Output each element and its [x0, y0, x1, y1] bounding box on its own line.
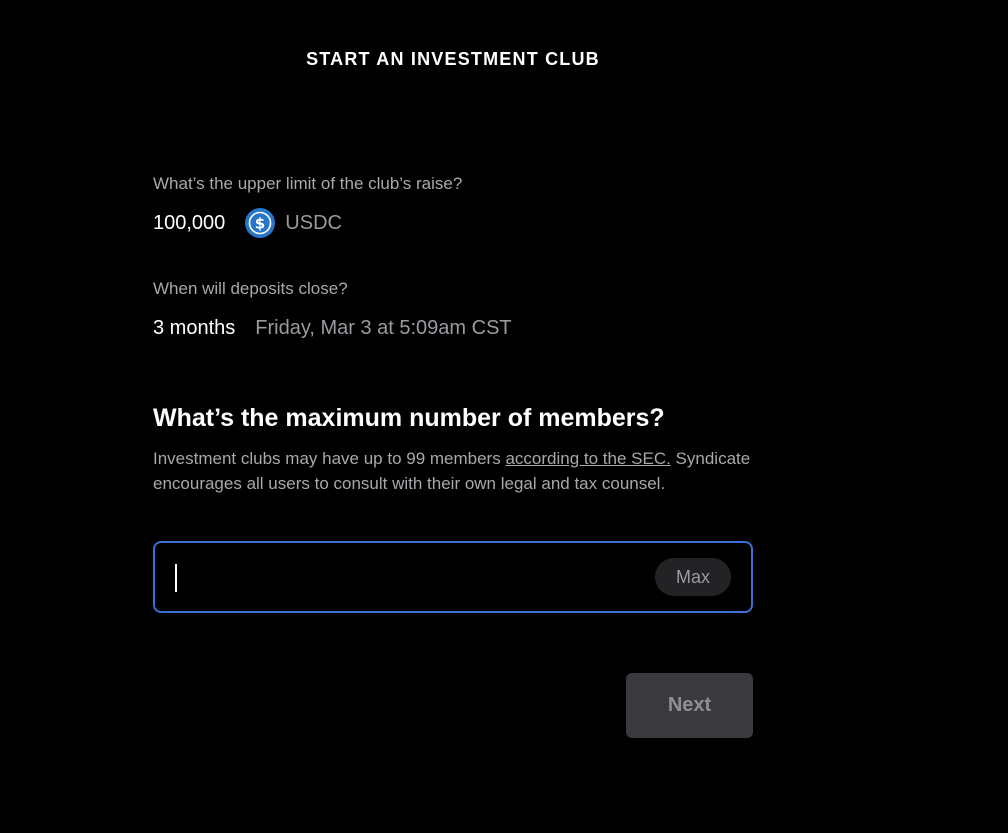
deposits-close-date: Friday, Mar 3 at 5:09am CST — [255, 316, 512, 339]
raise-question: What’s the upper limit of the club’s rai… — [153, 174, 463, 193]
max-members-input[interactable] — [175, 561, 639, 595]
raise-token: USDC — [285, 211, 342, 234]
page-title: START AN INVESTMENT CLUB — [306, 49, 600, 69]
next-button[interactable]: Next — [626, 673, 753, 738]
deposits-answer[interactable]: 3 months Friday, Mar 3 at 5:09am CST — [153, 312, 512, 344]
raise-amount: 100,000 — [153, 211, 226, 234]
page: START AN INVESTMENT CLUB What’s the uppe… — [0, 0, 1008, 833]
max-button[interactable]: Max — [655, 558, 731, 596]
sec-link[interactable]: according to the SEC. — [505, 449, 670, 468]
members-help-text: Investment clubs may have up to 99 membe… — [153, 446, 753, 496]
svg-text:$: $ — [255, 215, 265, 233]
deposits-question: When will deposits close? — [153, 279, 348, 298]
deposits-duration: 3 months — [153, 316, 236, 339]
members-question: What’s the maximum number of members? — [153, 404, 665, 432]
usdc-coin-icon: $ — [245, 208, 276, 238]
raise-answer[interactable]: 100,000 $ USDC — [153, 207, 342, 239]
max-members-input-box: Max — [153, 541, 753, 613]
help-text-prefix: Investment clubs may have up to 99 membe… — [153, 449, 506, 468]
text-caret — [175, 564, 177, 592]
